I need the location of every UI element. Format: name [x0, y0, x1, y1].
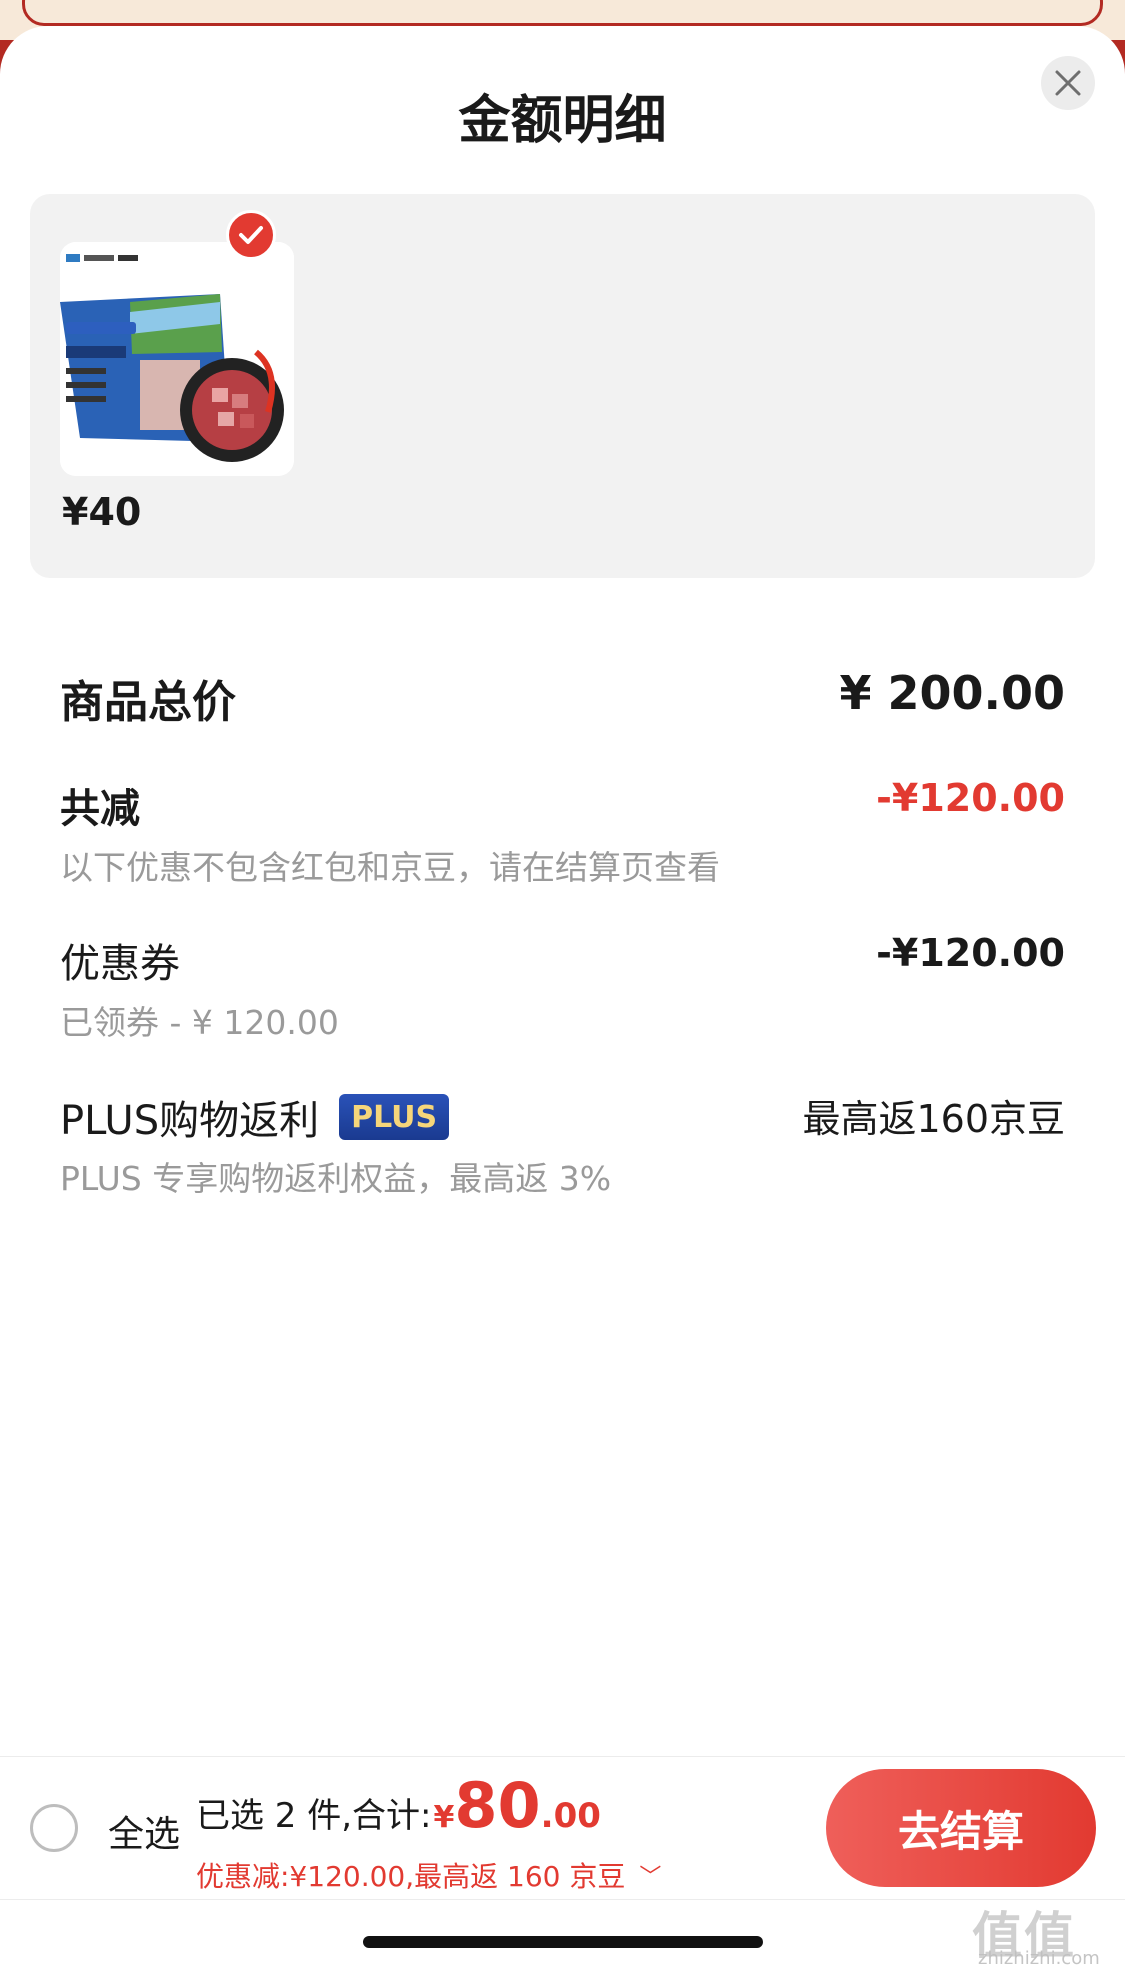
product-price: ¥40: [62, 490, 142, 534]
total-price-row: 商品总价 ¥ 200.00: [60, 666, 1065, 728]
plus-badge: PLUS: [339, 1094, 450, 1140]
reduction-note: 以下优惠不包含红包和京豆，请在结算页查看: [60, 848, 720, 887]
product-card: ¥40: [30, 194, 1095, 578]
checkmark-icon: [239, 226, 263, 244]
plus-rebate-value: 最高返160京豆: [802, 1097, 1065, 1141]
close-icon: [1055, 70, 1081, 96]
amount-detail-sheet: 金额明细 ¥40 商品总价 ¥ 200.00 共减 -¥120.00 以下优惠不…: [0, 26, 1125, 1976]
total-currency: ¥: [433, 1800, 455, 1835]
plus-rebate-label-group: PLUS购物返利 PLUS: [60, 1088, 450, 1146]
total-reduction-value: -¥120.00: [876, 776, 1065, 820]
plus-rebate-row: PLUS购物返利 PLUS 最高返160京豆: [60, 1088, 1065, 1144]
order-summary: 已选 2 件,合计: ¥ 80 .00: [196, 1769, 601, 1842]
coupon-row: 优惠券 -¥120.00: [60, 931, 1065, 987]
product-image: [60, 242, 294, 476]
select-all-label[interactable]: 全选: [108, 1805, 180, 1857]
background-banner-frame: [22, 0, 1103, 26]
product-selected-checkbox[interactable]: [226, 210, 276, 260]
total-price-label: 商品总价: [60, 677, 236, 728]
total-price-value: ¥ 200.00: [839, 666, 1065, 720]
product-thumbnail[interactable]: [60, 242, 294, 476]
discount-detail-toggle[interactable]: 优惠减:¥120.00,最高返 160 京豆 ﹀: [196, 1855, 661, 1895]
total-amount-decimal: .00: [540, 1796, 601, 1836]
select-all-checkbox[interactable]: [30, 1804, 78, 1852]
coupon-label: 优惠券: [60, 941, 180, 987]
coupon-note: 已领券 - ¥ 120.00: [60, 1003, 339, 1042]
checkout-bar: 全选 已选 2 件,合计: ¥ 80 .00 优惠减:¥120.00,最高返 1…: [0, 1756, 1125, 1900]
coupon-value: -¥120.00: [876, 931, 1065, 975]
watermark-url: zhizhizhi.com: [978, 1948, 1100, 1969]
plus-rebate-label: PLUS购物返利: [60, 1098, 320, 1144]
close-button[interactable]: [1041, 56, 1095, 110]
checkout-button[interactable]: 去结算: [826, 1769, 1096, 1887]
total-amount-integer: 80: [454, 1769, 541, 1842]
total-reduction-row: 共减 -¥120.00: [60, 776, 1065, 832]
home-indicator: [363, 1936, 763, 1948]
sheet-title: 金额明细: [458, 91, 667, 151]
total-reduction-label: 共减: [60, 786, 140, 832]
discount-summary-text: 优惠减:¥120.00,最高返 160 京豆: [196, 1860, 626, 1893]
chevron-down-icon: ﹀: [639, 1865, 662, 1890]
plus-rebate-note: PLUS 专享购物返利权益，最高返 3%: [60, 1159, 612, 1198]
selected-count-text: 已选 2 件,合计:: [196, 1796, 432, 1836]
